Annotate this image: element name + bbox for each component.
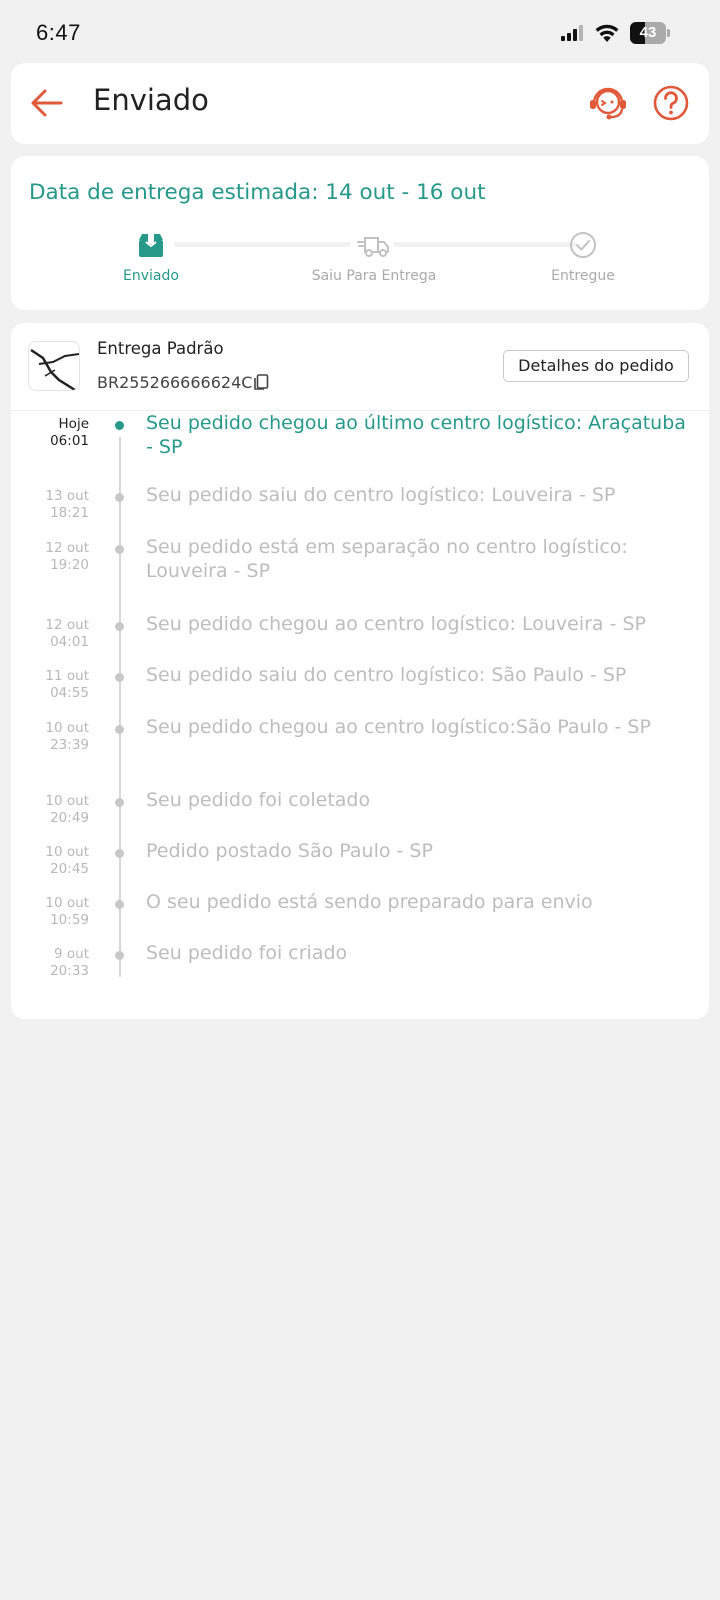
event-description: Pedido postado São Paulo - SP [146, 840, 433, 862]
event-time: 20:45 [50, 861, 89, 877]
check-circle-icon [570, 232, 596, 258]
event-dot [115, 849, 124, 858]
event-dot [115, 673, 124, 682]
battery-level: 43 [639, 24, 657, 41]
support-button[interactable] [587, 82, 629, 124]
event-description: Seu pedido chegou ao centro logístico:Sã… [146, 716, 651, 738]
status-bar: 6:47 43 [0, 0, 720, 64]
event-description: Seu pedido saiu do centro logístico: São… [146, 664, 627, 686]
event-time: 20:33 [50, 963, 89, 979]
tracking-code: BR255266666624C [97, 373, 253, 392]
event-description: Seu pedido foi criado [146, 942, 348, 964]
event-dot [115, 725, 124, 734]
event-time: 23:39 [50, 737, 89, 753]
event-time: 06:01 [50, 433, 89, 449]
question-circle-icon [653, 85, 689, 121]
event-day: 10 out [45, 895, 89, 911]
headset-support-icon [590, 87, 626, 120]
wifi-icon [595, 24, 619, 42]
event-day: 12 out [45, 540, 89, 556]
event-dot [115, 900, 124, 909]
event-day: 9 out [54, 946, 89, 962]
event-date: 12 out 19:20 [11, 540, 89, 574]
event-day: 13 out [45, 488, 89, 504]
status-icons: 43 [560, 22, 670, 44]
event-description: O seu pedido está sendo preparado para e… [146, 891, 593, 913]
event-time: 20:49 [50, 810, 89, 826]
event-dot [115, 951, 124, 960]
event-day: 10 out [45, 720, 89, 736]
event-dot [115, 545, 124, 554]
estimated-delivery-date: Data de entrega estimada: 14 out - 16 ou… [29, 180, 486, 205]
tracking-card: Entrega Padrão BR255266666624C Detalhes … [11, 323, 709, 1019]
event-day: 12 out [45, 617, 89, 633]
event-description: Seu pedido está em separação no centro l… [146, 536, 628, 582]
event-time: 19:20 [50, 557, 89, 573]
step-out-for-delivery: Saiu Para Entrega [284, 230, 464, 284]
event-description: Seu pedido foi coletado [146, 789, 371, 811]
carrier-name: Entrega Padrão [97, 339, 224, 358]
carrier-logo [28, 341, 80, 391]
event-dot [115, 421, 124, 430]
event-dot [115, 622, 124, 631]
event-date: 10 out 20:49 [11, 793, 89, 827]
signal-icon [561, 25, 583, 41]
truck-icon [357, 237, 389, 257]
status-time: 6:47 [36, 20, 81, 45]
page-title: Enviado [93, 83, 209, 117]
event-time: 04:55 [50, 685, 89, 701]
event-date: 13 out 18:21 [11, 488, 89, 522]
event-time: 10:59 [50, 912, 89, 928]
event-date: 12 out 04:01 [11, 617, 89, 651]
event-day: Hoje [58, 416, 89, 432]
event-time: 18:21 [50, 505, 89, 521]
event-dot [115, 798, 124, 807]
delivery-estimate-card: Data de entrega estimada: 14 out - 16 ou… [11, 156, 709, 310]
event-description: Seu pedido chegou ao centro logístico: L… [146, 613, 647, 635]
copy-icon [254, 374, 269, 390]
event-date: 9 out 20:33 [11, 946, 89, 980]
timeline-line [119, 437, 121, 977]
event-day: 10 out [45, 844, 89, 860]
step-label: Entregue [551, 268, 615, 284]
delivery-progress: Enviado Saiu Para Entrega Entregue [11, 230, 709, 300]
route-map-icon [30, 348, 79, 390]
help-button[interactable] [651, 83, 691, 123]
copy-tracking-button[interactable] [253, 373, 271, 391]
event-date: 10 out 23:39 [11, 720, 89, 754]
event-time: 04:01 [50, 634, 89, 650]
event-date: Hoje 06:01 [11, 416, 89, 450]
step-label: Saiu Para Entrega [311, 268, 437, 284]
event-day: 10 out [45, 793, 89, 809]
event-description: Seu pedido chegou ao último centro logís… [146, 412, 686, 458]
event-description: Seu pedido saiu do centro logístico: Lou… [146, 484, 616, 506]
step-label: Enviado [123, 268, 179, 284]
step-shipped: Enviado [61, 230, 241, 284]
event-date: 10 out 20:45 [11, 844, 89, 878]
header-bar: Enviado [11, 63, 709, 144]
back-button[interactable] [27, 83, 67, 123]
event-day: 11 out [45, 668, 89, 684]
arrow-left-icon [31, 89, 63, 117]
event-dot [115, 493, 124, 502]
package-icon [139, 234, 163, 257]
battery-icon: 43 [630, 22, 670, 44]
order-details-button[interactable]: Detalhes do pedido [503, 350, 689, 382]
event-date: 11 out 04:55 [11, 668, 89, 702]
event-date: 10 out 10:59 [11, 895, 89, 929]
step-delivered: Entregue [493, 230, 673, 284]
